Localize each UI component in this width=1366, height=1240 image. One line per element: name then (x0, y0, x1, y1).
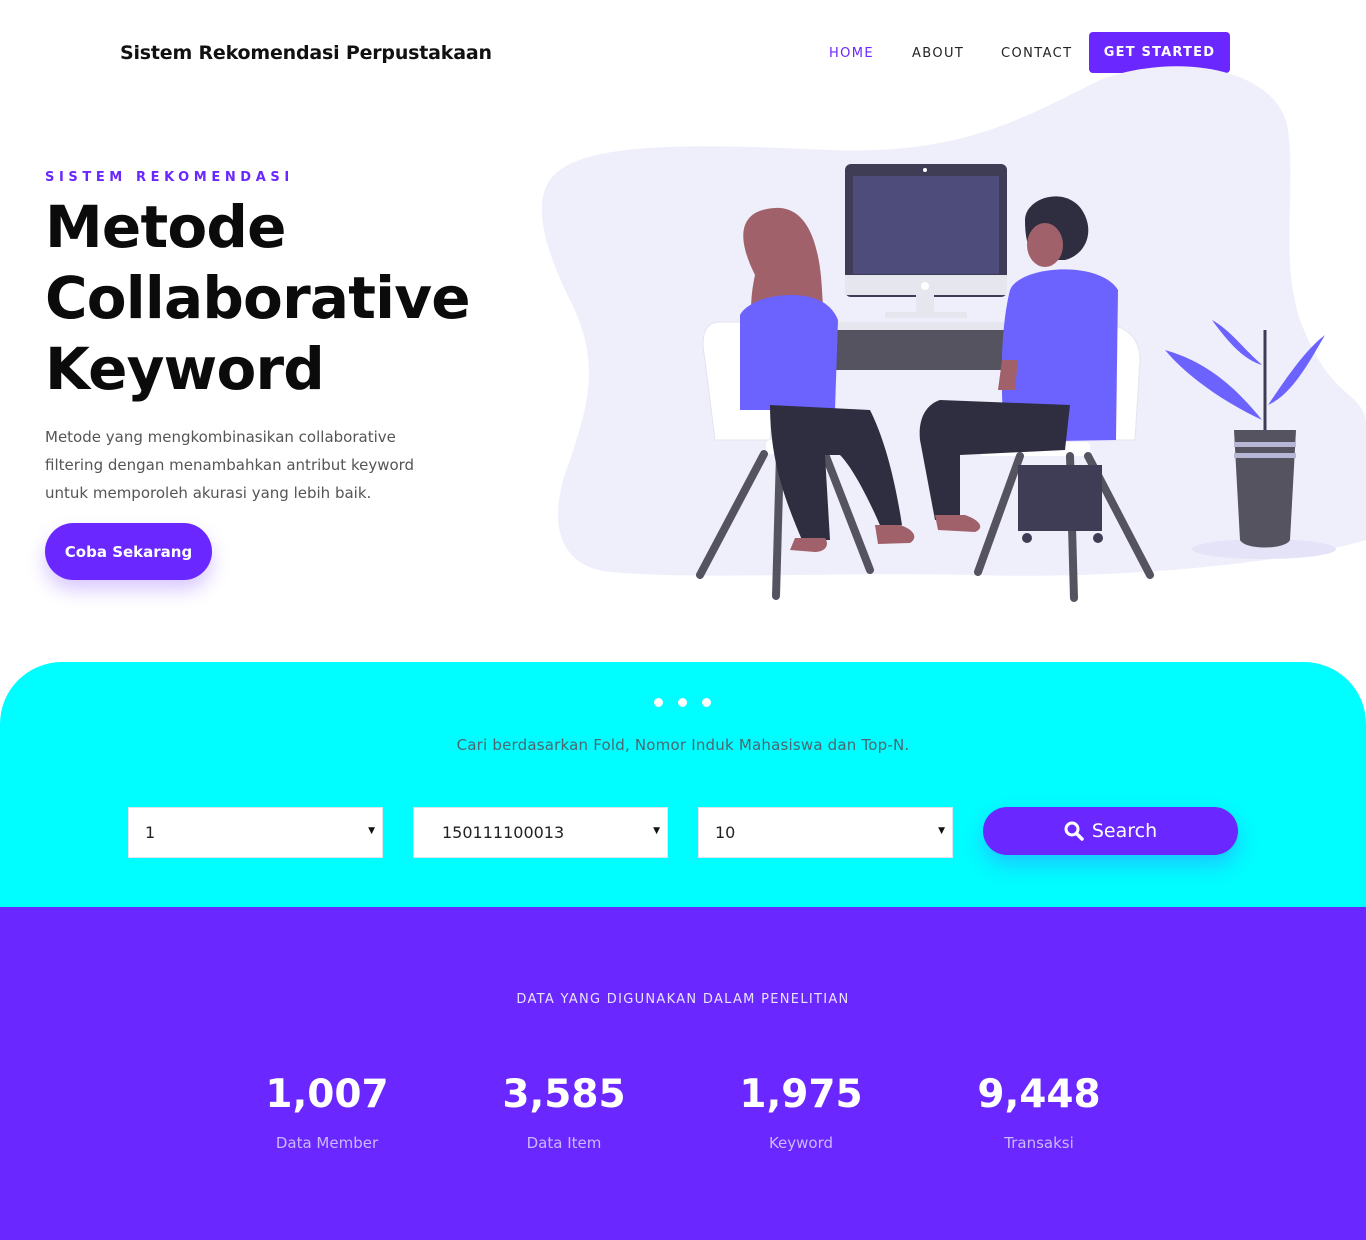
search-icon (1064, 821, 1084, 841)
fold-select[interactable]: 1 ▼ (128, 807, 383, 858)
plant-pot-stripe (1234, 453, 1296, 458)
hero-eyebrow: SISTEM REKOMENDASI (45, 170, 294, 185)
stat-label: Data Item (526, 1134, 602, 1152)
hero-illustration (541, 66, 1366, 602)
dot (654, 698, 663, 707)
plant-pot (1234, 430, 1296, 548)
monitor-screen (853, 176, 999, 274)
dot (678, 698, 687, 707)
stat-label: Keyword (768, 1134, 834, 1152)
hero-title-line: Metode (45, 193, 286, 261)
caret-down-icon: ▼ (938, 826, 945, 836)
nim-select-value: 150111100013 (442, 823, 565, 842)
stat-data-member: 1,007 Data Member (217, 1070, 437, 1152)
hero-description: Metode yang mengkombinasikan collaborati… (45, 428, 415, 502)
dot (702, 698, 711, 707)
search-section: Cari berdasarkan Fold, Nomor Induk Mahas… (0, 662, 1366, 912)
section-dots (654, 698, 714, 708)
monitor-button (921, 282, 929, 290)
hero-title: Metode Collaborative Keyword (45, 192, 525, 405)
search-button-label: Search (1091, 820, 1158, 842)
monitor-base (885, 312, 967, 318)
stat-label: Transaksi (1004, 1134, 1074, 1152)
monitor-camera (923, 168, 927, 172)
stat-transaksi: 9,448 Transaksi (929, 1070, 1149, 1152)
stat-value: 3,585 (502, 1072, 626, 1117)
trash-bin-wheel (1022, 533, 1032, 543)
stat-value: 9,448 (977, 1072, 1101, 1117)
fold-select-value: 1 (145, 823, 156, 842)
brand-logo[interactable]: Sistem Rekomendasi Perpustakaan (120, 42, 492, 64)
plant-pot-stripe (1234, 442, 1296, 447)
man-head (1027, 223, 1063, 267)
caret-down-icon: ▼ (653, 826, 660, 836)
desk-front (822, 330, 1012, 370)
stat-label: Data Member (275, 1134, 379, 1152)
stats-section: DATA YANG DIGUNAKAN DALAM PENELITIAN 1,0… (0, 907, 1366, 1240)
stat-keyword: 1,975 Keyword (691, 1070, 911, 1152)
topn-select-value: 10 (715, 823, 736, 842)
woman-shoe (790, 538, 827, 552)
search-button[interactable]: Search (983, 807, 1238, 855)
stat-value: 1,975 (739, 1072, 863, 1117)
nav-link-contact[interactable]: CONTACT (1001, 46, 1072, 61)
woman-shirt (740, 295, 838, 410)
nav-link-home[interactable]: HOME (829, 46, 874, 61)
trash-bin-wheel (1093, 533, 1103, 543)
hero-title-line: Keyword (45, 335, 325, 403)
stat-data-item: 3,585 Data Item (454, 1070, 674, 1152)
stat-value: 1,007 (265, 1072, 389, 1117)
stats-heading: DATA YANG DIGUNAKAN DALAM PENELITIAN (516, 992, 850, 1007)
hero-title-line: Collaborative (45, 264, 471, 332)
search-caption: Cari berdasarkan Fold, Nomor Induk Mahas… (456, 736, 910, 754)
nim-select[interactable]: 150111100013 ▼ (413, 807, 668, 858)
nav-link-about[interactable]: ABOUT (912, 46, 964, 61)
trash-bin (1018, 465, 1102, 531)
caret-down-icon: ▼ (368, 826, 375, 836)
topn-select[interactable]: 10 ▼ (698, 807, 953, 858)
try-now-button[interactable]: Coba Sekarang (45, 523, 212, 580)
